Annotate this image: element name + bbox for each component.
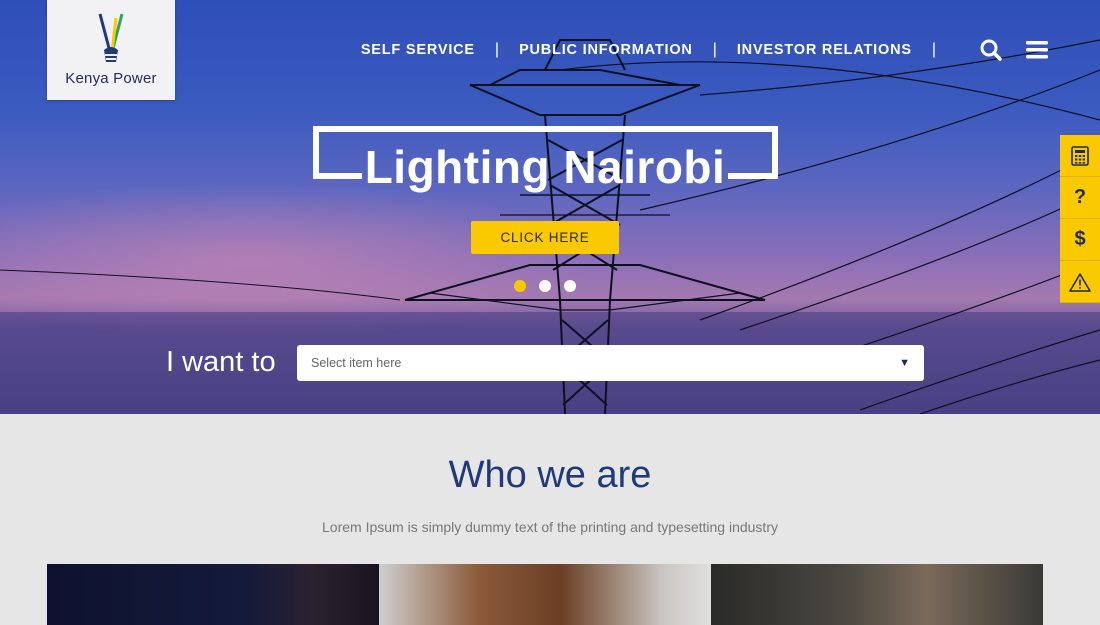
hero-headline: Lighting Nairobi (364, 141, 726, 193)
hero-banner: Kenya Power SELF SERVICE | PUBLIC INFORM… (0, 0, 1100, 414)
who-we-are-heading: Who we are (448, 454, 652, 496)
click-here-button[interactable]: CLICK HERE (471, 221, 619, 254)
carousel-dots (514, 280, 576, 292)
who-we-are-gallery (47, 564, 1043, 625)
caret-down-icon: ▼ (899, 357, 910, 369)
carousel-dot-2[interactable] (539, 280, 551, 292)
warning-icon[interactable] (1060, 261, 1100, 303)
select-placeholder: Select item here (311, 356, 402, 370)
gallery-image-3[interactable] (711, 564, 1043, 625)
calculator-icon[interactable] (1060, 135, 1100, 177)
who-we-are-subtitle: Lorem Ipsum is simply dummy text of the … (322, 519, 778, 535)
carousel-dot-3[interactable] (564, 280, 576, 292)
gallery-image-1[interactable] (47, 564, 379, 625)
gallery-image-2[interactable] (379, 564, 711, 625)
i-want-to-select[interactable]: Select item here ▼ (297, 345, 924, 381)
help-icon[interactable]: ? (1060, 177, 1100, 219)
i-want-to-label: I want to (166, 346, 276, 378)
carousel-dot-1[interactable] (514, 280, 526, 292)
side-toolbar: ? $ (1060, 135, 1100, 303)
dollar-icon[interactable]: $ (1060, 219, 1100, 261)
